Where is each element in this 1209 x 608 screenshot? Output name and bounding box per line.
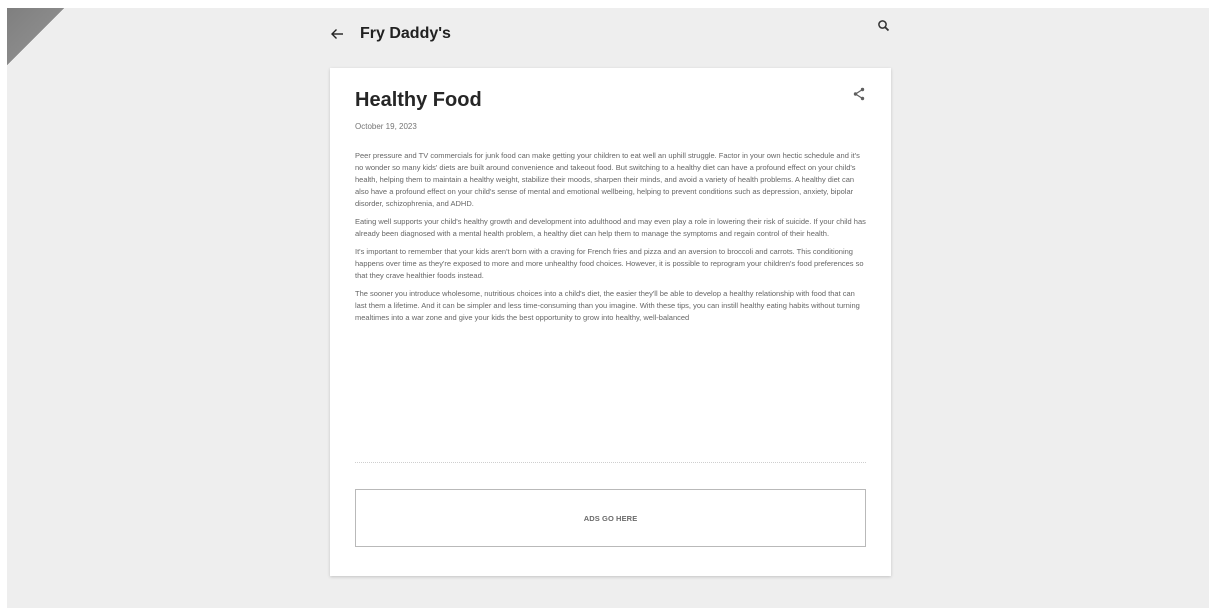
back-button[interactable]	[329, 24, 347, 44]
blog-header: Fry Daddy's	[329, 20, 891, 50]
post-body: Peer pressure and TV commercials for jun…	[355, 150, 868, 330]
search-button[interactable]	[876, 18, 892, 34]
corner-decoration	[7, 8, 64, 65]
share-button[interactable]	[852, 87, 866, 101]
post-title: Healthy Food	[355, 89, 482, 111]
arrow-left-icon	[331, 29, 343, 39]
search-icon	[878, 20, 890, 32]
post-divider	[355, 462, 866, 463]
ad-label: ADS GO HERE	[583, 513, 638, 523]
ad-placeholder[interactable]: ADS GO HERE	[355, 489, 866, 547]
post-card: Healthy Food October 19, 2023 Peer press…	[330, 68, 891, 576]
share-icon	[853, 87, 865, 101]
post-paragraph: The sooner you introduce wholesome, nutr…	[355, 289, 860, 322]
post-paragraph: It's important to remember that your kid…	[355, 247, 864, 280]
post-paragraph: Eating well supports your child's health…	[355, 217, 866, 238]
post-paragraph: Peer pressure and TV commercials for jun…	[355, 151, 860, 208]
blog-title[interactable]: Fry Daddy's	[360, 23, 451, 45]
post-date: October 19, 2023	[355, 122, 417, 131]
